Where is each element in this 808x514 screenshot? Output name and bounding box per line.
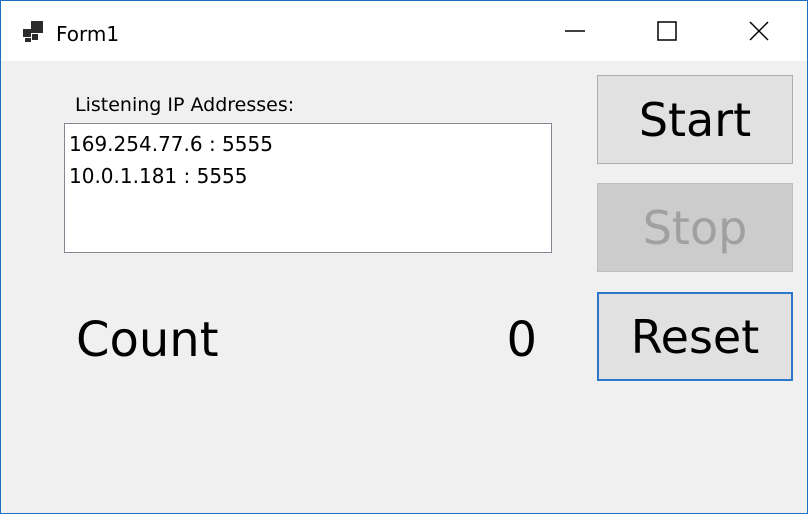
- window-title: Form1: [56, 22, 120, 46]
- count-label: Count: [76, 312, 219, 368]
- list-item[interactable]: 10.0.1.181 : 5555: [69, 160, 551, 192]
- listening-ip-label: Listening IP Addresses:: [75, 94, 295, 116]
- stop-button[interactable]: Stop: [597, 183, 793, 272]
- count-value: 0: [506, 312, 537, 368]
- ip-address-listbox[interactable]: 169.254.77.6 : 5555 10.0.1.181 : 5555: [64, 123, 552, 253]
- minimize-icon: [565, 30, 585, 32]
- maximize-icon: [657, 21, 677, 41]
- close-icon: [749, 21, 769, 41]
- title-bar[interactable]: Form1: [1, 1, 807, 61]
- close-button[interactable]: [713, 1, 805, 61]
- start-button[interactable]: Start: [597, 75, 793, 164]
- main-window: Form1 Listening IP Addresses: 169.254.77…: [0, 0, 808, 514]
- minimize-button[interactable]: [529, 1, 621, 61]
- maximize-button[interactable]: [621, 1, 713, 61]
- list-item[interactable]: 169.254.77.6 : 5555: [69, 128, 551, 160]
- app-window-icon: [23, 21, 43, 42]
- reset-button[interactable]: Reset: [597, 292, 793, 381]
